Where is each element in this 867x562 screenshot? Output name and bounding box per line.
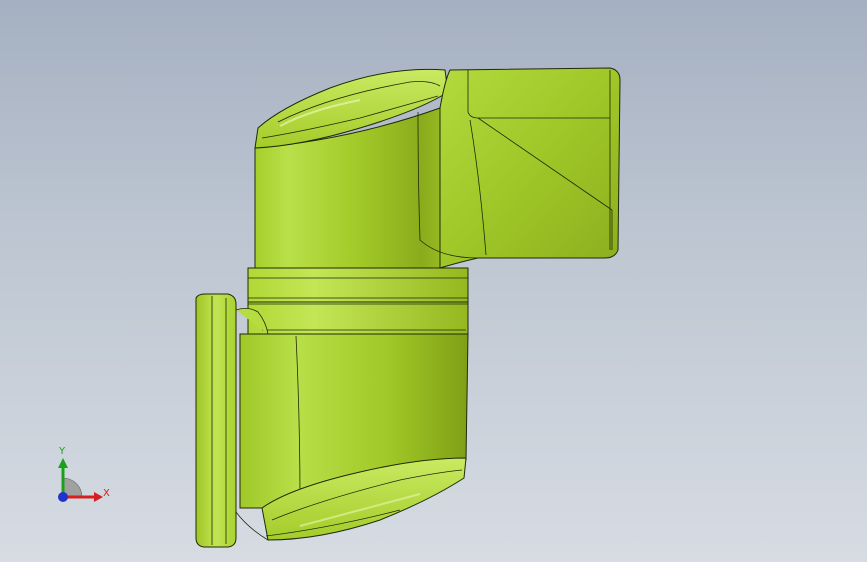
model-canvas[interactable]: Y X xyxy=(0,0,867,562)
y-axis-label: Y xyxy=(58,446,66,457)
z-axis-origin xyxy=(58,492,68,502)
upper-side-flange[interactable] xyxy=(417,67,621,269)
lower-arm-body[interactable] xyxy=(239,333,469,541)
graphics-viewport[interactable]: Y X xyxy=(0,0,867,562)
upper-arm-body[interactable] xyxy=(254,68,449,273)
coordinate-triad: Y X xyxy=(58,446,110,502)
joint-ring[interactable] xyxy=(247,267,469,335)
x-axis-label: X xyxy=(103,488,110,499)
